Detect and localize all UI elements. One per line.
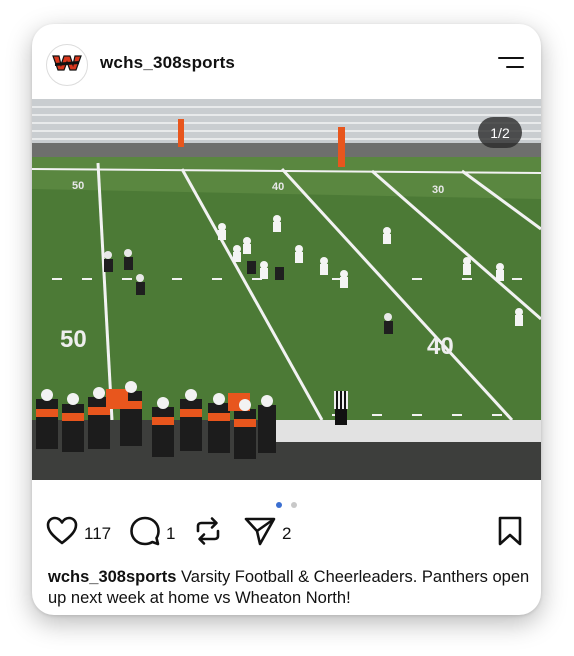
- carousel-dot[interactable]: [290, 502, 297, 508]
- repost-icon: [194, 516, 222, 551]
- send-icon: [244, 516, 276, 551]
- yard-number-left: 50: [60, 326, 87, 353]
- bookmark-icon: [498, 516, 522, 551]
- svg-text:50: 50: [72, 180, 84, 192]
- svg-text:40: 40: [427, 333, 454, 360]
- heart-icon: [46, 516, 78, 551]
- logo-icon: [52, 53, 82, 78]
- share-count: 2: [282, 523, 292, 543]
- caption-username[interactable]: wchs_308sports: [48, 568, 176, 586]
- comment-count: 1: [166, 523, 176, 543]
- share-button[interactable]: 2: [244, 516, 291, 551]
- image-counter-badge: 1/2: [478, 117, 522, 148]
- profile-avatar[interactable]: [46, 44, 88, 86]
- post-caption: wchs_308sports Varsity Football & Cheerl…: [48, 567, 534, 609]
- post-photo[interactable]: 50 40 50 40 30 1/2: [32, 99, 541, 480]
- post-header: wchs_308sports: [32, 24, 541, 99]
- carousel-dot-active[interactable]: [276, 502, 283, 508]
- football-photo-image: 50 40 50 40 30: [32, 99, 541, 480]
- svg-text:40: 40: [272, 181, 284, 193]
- like-button[interactable]: 117: [46, 516, 111, 551]
- like-count: 117: [84, 523, 112, 543]
- comment-button[interactable]: 1: [130, 516, 175, 551]
- action-bar: 117 1 2: [32, 516, 541, 552]
- comment-icon: [130, 516, 160, 551]
- repost-button[interactable]: [194, 516, 222, 551]
- username[interactable]: wchs_308sports: [100, 53, 235, 73]
- post-card: wchs_308sports 50 40 50 40 30 1/2 117 1 …: [32, 24, 541, 615]
- carousel-indicator: [32, 495, 541, 508]
- menu-icon[interactable]: [496, 55, 524, 71]
- svg-text:30: 30: [432, 184, 444, 196]
- save-button[interactable]: [498, 516, 522, 551]
